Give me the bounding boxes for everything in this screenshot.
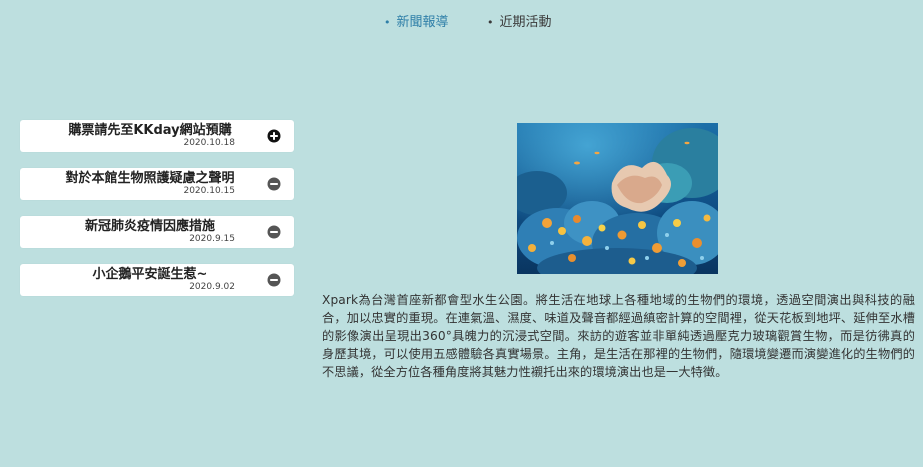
news-date: 2020.9.15 — [189, 234, 235, 244]
minus-circle-icon[interactable] — [267, 273, 281, 287]
tab-news[interactable]: • 新聞報導 — [384, 14, 449, 32]
news-date: 2020.10.15 — [183, 186, 235, 196]
minus-circle-icon[interactable] — [267, 177, 281, 191]
news-item[interactable]: 小企鵝平安誕生惹~ 2020.9.02 — [20, 264, 294, 296]
tab-events[interactable]: • 近期活動 — [487, 14, 552, 32]
coral-reef-photo — [517, 123, 718, 274]
news-date: 2020.9.02 — [189, 282, 235, 292]
news-date: 2020.10.18 — [183, 138, 235, 148]
article-body: Xpark為台灣首座新都會型水生公園。將生活在地球上各種地域的生物們的環境，透過… — [322, 293, 915, 379]
tab-news-label: 新聞報導 — [396, 15, 449, 30]
top-nav: • 新聞報導 • 近期活動 — [0, 14, 923, 32]
news-list: 購票請先至KKday網站預購 2020.10.18 對於本館生物照護疑慮之聲明 … — [20, 120, 294, 312]
bullet-dot-icon: • — [487, 16, 494, 29]
minus-circle-icon[interactable] — [267, 225, 281, 239]
news-title: 新冠肺炎疫情因應措施 — [84, 219, 215, 234]
news-item[interactable]: 購票請先至KKday網站預購 2020.10.18 — [20, 120, 294, 152]
plus-circle-icon[interactable] — [267, 129, 281, 143]
news-title: 對於本館生物照護疑慮之聲明 — [65, 171, 235, 186]
news-item[interactable]: 新冠肺炎疫情因應措施 2020.9.15 — [20, 216, 294, 248]
news-item[interactable]: 對於本館生物照護疑慮之聲明 2020.10.15 — [20, 168, 294, 200]
news-title: 小企鵝平安誕生惹~ — [92, 267, 208, 282]
tab-events-label: 近期活動 — [499, 15, 552, 30]
news-title: 購票請先至KKday網站預購 — [68, 123, 232, 138]
bullet-dot-icon: • — [384, 16, 391, 29]
